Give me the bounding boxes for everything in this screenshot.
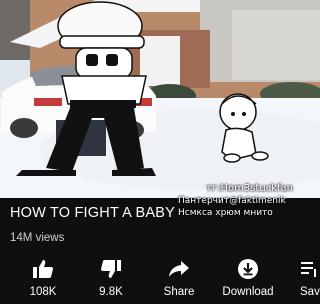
share-icon [158,258,200,280]
video-frame [0,0,320,198]
share-button[interactable]: Share [158,258,200,304]
like-button[interactable]: 108K [22,258,64,304]
dislike-icon [90,258,132,280]
view-count: 14M views [10,232,65,244]
download-label: Download [222,286,274,298]
download-button[interactable]: Download [216,258,280,304]
dislike-count: 9.8K [99,286,123,298]
save-button[interactable]: Sav [300,258,320,304]
like-count: 108K [29,286,57,298]
like-icon [22,258,64,280]
download-icon [216,258,280,280]
share-label: Share [163,286,195,298]
dislike-button[interactable]: 9.8K [90,258,132,304]
watermark-line-3: Нсмкса хрюм мнито [178,208,273,218]
watermark-handle: тг:Hom3stuckfan [206,183,293,194]
action-bar: 108K 9.8K Share Download Sav [0,258,320,304]
save-label: Sav [300,286,320,298]
save-icon [300,258,320,280]
watermark-line-2: Пантерчит@faktimenik [178,196,286,206]
video-player[interactable]: тг:Hom3stuckfan [0,0,320,198]
video-title[interactable]: HOW TO FIGHT A BABY [10,205,175,221]
